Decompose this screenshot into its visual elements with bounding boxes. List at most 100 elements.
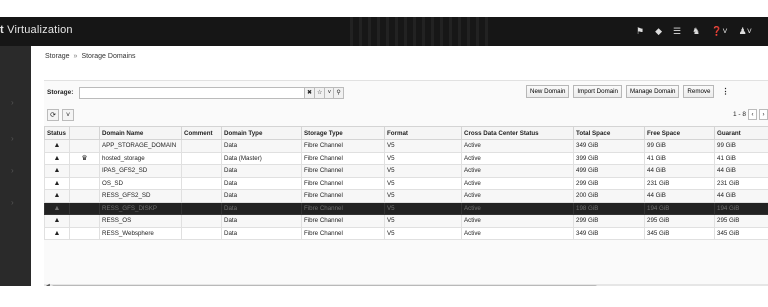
breadcrumb-root[interactable]: Storage <box>45 53 70 60</box>
tag-icon[interactable]: ◆ <box>655 25 662 37</box>
column-header-status[interactable]: Status <box>44 126 70 140</box>
storage-type: Fibre Channel <box>301 139 385 153</box>
domain-name: RESS_GFS_DISKP <box>99 201 182 215</box>
table-row[interactable]: ▲ OS_SD Data Fibre Channel V5 Active 299 GiB 23… <box>44 176 768 190</box>
format: V5 <box>384 201 462 215</box>
domain-name: IPAS_GFS2_SD <box>99 164 182 178</box>
manage-domain-button[interactable]: Manage Domain <box>626 85 680 98</box>
column-header-free-space[interactable]: Free Space <box>644 126 715 140</box>
free-space: 44 GiB <box>644 164 715 178</box>
domain-type: Data <box>221 164 302 178</box>
chevron-right-icon[interactable]: › <box>11 198 14 207</box>
comment <box>181 226 222 240</box>
cross-dc-status: Active <box>461 226 574 240</box>
domain-name: APP_STORAGE_DOMAIN <box>99 139 182 153</box>
comment <box>181 201 222 215</box>
bell-icon[interactable]: ♞ <box>692 25 700 37</box>
comment <box>181 151 222 165</box>
chevron-right-icon[interactable]: › <box>11 134 14 143</box>
cross-dc-status: Active <box>461 164 574 178</box>
status-icon: ▲ <box>44 214 70 228</box>
tasks-icon[interactable]: ☰ <box>673 25 681 37</box>
search-input[interactable] <box>79 86 305 99</box>
free-space: 194 GiB <box>644 201 715 215</box>
column-header-comment[interactable]: Comment <box>181 126 222 140</box>
prev-page-button[interactable]: ‹ <box>748 109 757 120</box>
free-space: 99 GiB <box>644 139 715 153</box>
column-header-format[interactable]: Format <box>384 126 462 140</box>
chevron-right-icon[interactable]: › <box>11 166 14 175</box>
status-icon: ▲ <box>44 151 70 165</box>
cross-dc-status: Active <box>461 151 574 165</box>
storage-domains-table: Status Domain Name Comment Domain Type S… <box>44 126 768 240</box>
table-row[interactable]: ▲ RESS_GFS2_SD Data Fibre Channel V5 Active 20… <box>44 189 768 203</box>
chevron-right-icon[interactable]: › <box>11 98 14 107</box>
refresh-icon[interactable]: ⟳ <box>47 109 59 121</box>
master-crown-icon <box>69 139 100 153</box>
status-icon: ▲ <box>44 139 70 153</box>
domain-type: Data <box>221 226 302 240</box>
column-header-cross-dc-status[interactable]: Cross Data Center Status <box>461 126 574 140</box>
master-crown-icon <box>69 201 100 215</box>
bookmark-icon[interactable]: ⚑ <box>636 25 644 37</box>
import-domain-button[interactable]: Import Domain <box>573 85 622 98</box>
guaranteed-space: 44 GiB <box>714 189 768 203</box>
total-space: 299 GiB <box>573 214 645 228</box>
column-header-total-space[interactable]: Total Space <box>573 126 645 140</box>
master-crown-icon <box>69 164 100 178</box>
user-icon[interactable]: ♟˅ <box>739 25 752 37</box>
domain-type: Data <box>221 214 302 228</box>
total-space: 349 GiB <box>573 226 645 240</box>
breadcrumb: Storage» Storage Domains <box>45 53 136 60</box>
remove-button[interactable]: Remove <box>683 85 715 98</box>
status-icon: ▲ <box>44 176 70 190</box>
next-page-button[interactable]: › <box>759 109 768 120</box>
master-crown-icon <box>69 214 100 228</box>
cross-dc-status: Active <box>461 139 574 153</box>
format: V5 <box>384 176 462 190</box>
help-icon[interactable]: ❓˅ <box>711 25 727 37</box>
status-icon: ▲ <box>44 226 70 240</box>
status-icon: ▲ <box>44 164 70 178</box>
domain-type: Data <box>221 139 302 153</box>
cross-dc-status: Active <box>461 201 574 215</box>
free-space: 345 GiB <box>644 226 715 240</box>
chevron-down-icon[interactable]: ˅ <box>62 109 74 121</box>
more-actions-icon[interactable]: ⋮ <box>721 87 729 96</box>
column-header-domain-name[interactable]: Domain Name <box>99 126 182 140</box>
guaranteed-space: 41 GiB <box>714 151 768 165</box>
storage-type: Fibre Channel <box>301 189 385 203</box>
cross-dc-status: Active <box>461 214 574 228</box>
table-row[interactable]: ▲ IPAS_GFS2_SD Data Fibre Channel V5 Active 49… <box>44 164 768 178</box>
free-space: 44 GiB <box>644 189 715 203</box>
storage-type: Fibre Channel <box>301 176 385 190</box>
guaranteed-space: 194 GiB <box>714 201 768 215</box>
page-range: 1 - 8 <box>732 111 746 118</box>
column-header-storage-type[interactable]: Storage Type <box>301 126 385 140</box>
domain-name: RESS_OS <box>99 214 182 228</box>
status-icon: ▲ <box>44 189 70 203</box>
table-row[interactable]: ▲ APP_STORAGE_DOMAIN Data Fibre Channel V5 Ac… <box>44 139 768 153</box>
new-domain-button[interactable]: New Domain <box>526 85 570 98</box>
pagination: 1 - 8 ‹ › <box>733 109 768 120</box>
cross-dc-status: Active <box>461 189 574 203</box>
search-icon[interactable]: ⚲ <box>333 86 344 99</box>
storage-type: Fibre Channel <box>301 214 385 228</box>
storage-type: Fibre Channel <box>301 226 385 240</box>
storage-type: Fibre Channel <box>301 201 385 215</box>
table-row[interactable]: ▲ RESS_GFS_DISKP Data Fibre Channel V5 Active… <box>44 201 768 215</box>
comment <box>181 139 222 153</box>
master-crown-icon <box>69 189 100 203</box>
table-row[interactable]: ▲ ♛ hosted_storage Data (Master) Fibre Chann… <box>44 151 768 165</box>
cross-dc-status: Active <box>461 176 574 190</box>
app-brand: t Virtualization <box>0 24 73 36</box>
domain-type: Data <box>221 201 302 215</box>
domain-name: OS_SD <box>99 176 182 190</box>
app-title: Virtualization <box>7 24 73 36</box>
table-row[interactable]: ▲ RESS_Websphere Data Fibre Channel V5 Active… <box>44 226 768 240</box>
column-header-domain-type[interactable]: Domain Type <box>221 126 302 140</box>
column-header-flag <box>69 126 100 140</box>
main-content: Storage» Storage Domains Storage: ✖ ☆ ˅ ⚲… <box>31 46 768 297</box>
table-row[interactable]: ▲ RESS_OS Data Fibre Channel V5 Active 299 GiB… <box>44 214 768 228</box>
column-header-guaranteed[interactable]: Guarant <box>714 126 768 140</box>
